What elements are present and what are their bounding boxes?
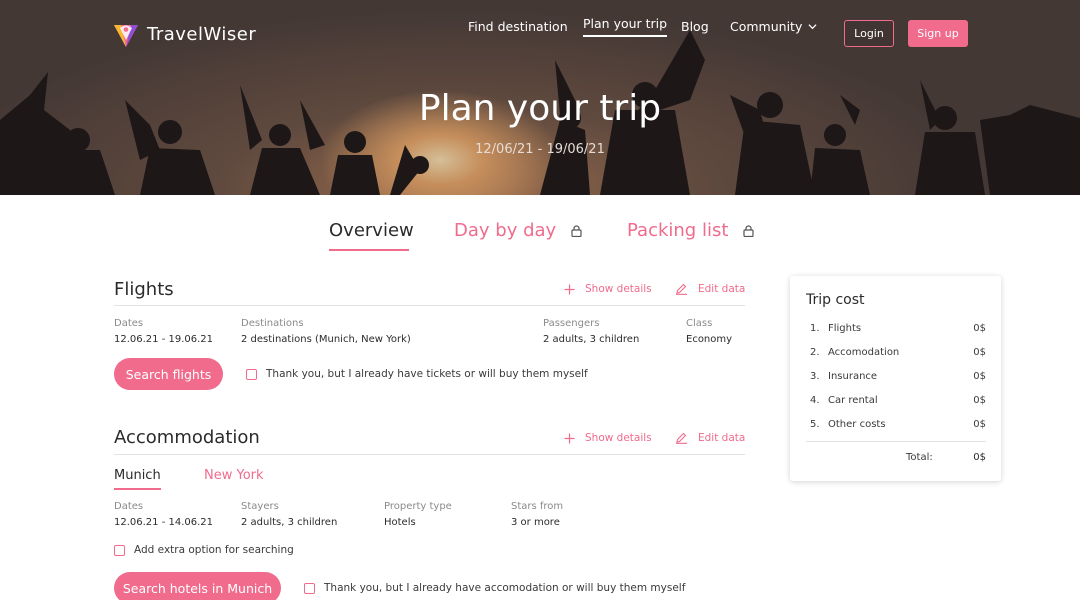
search-hotels-button[interactable]: Search hotels in Munich <box>114 572 281 600</box>
flights-edit-data[interactable]: Edit data <box>675 283 745 295</box>
checkbox-box[interactable] <box>304 582 315 594</box>
accommodation-stars-label: Stars from <box>511 501 564 512</box>
signup-button[interactable]: Sign up <box>908 20 968 47</box>
cost-item-name: Insurance <box>828 371 878 382</box>
flights-show-details[interactable]: Show details <box>564 283 652 295</box>
tab-overview[interactable]: Overview <box>329 220 414 251</box>
login-button[interactable]: Login <box>844 20 894 47</box>
trip-cost-card: Trip cost 1. Flights 0$ 2. Accomodation … <box>790 276 1001 481</box>
tab-packing-list[interactable]: Packing list <box>627 220 754 241</box>
cost-item-number: 1. <box>810 323 820 334</box>
city-tab-new-york[interactable]: New York <box>204 468 264 483</box>
checkbox-box[interactable] <box>114 544 125 556</box>
accommodation-title: Accommodation <box>114 427 260 448</box>
accommodation-property-label: Property type <box>384 501 452 512</box>
accommodation-edit-data-label: Edit data <box>698 432 746 444</box>
cost-item-number: 4. <box>810 395 820 406</box>
tab-day-by-day[interactable]: Day by day <box>454 220 582 241</box>
accommodation-property-value: Hotels <box>384 517 416 528</box>
accommodation-show-details[interactable]: Show details <box>564 432 652 444</box>
tab-overview-label: Overview <box>329 220 414 241</box>
tab-active-underline <box>329 249 409 251</box>
tab-packing-list-label: Packing list <box>627 220 729 241</box>
accommodation-edit-data[interactable]: Edit data <box>675 432 745 444</box>
extra-option-label: Add extra option for searching <box>134 544 294 556</box>
flights-destinations-label: Destinations <box>241 318 304 329</box>
nav-plan-your-trip[interactable]: Plan your trip <box>583 16 668 37</box>
lock-icon <box>571 224 582 237</box>
search-flights-button[interactable]: Search flights <box>114 358 223 390</box>
cost-item-name: Accomodation <box>828 347 900 358</box>
flights-have-tickets-checkbox[interactable]: Thank you, but I already have tickets or… <box>246 368 588 380</box>
cost-item-number: 5. <box>810 419 820 430</box>
accommodation-show-details-label: Show details <box>585 432 652 444</box>
city-tab-munich[interactable]: Munich <box>114 468 161 490</box>
logo-icon <box>114 25 138 47</box>
cost-item-amount: 0$ <box>973 371 986 382</box>
cost-item-amount: 0$ <box>973 395 986 406</box>
flights-dates-label: Dates <box>114 318 144 329</box>
edit-icon <box>676 283 687 295</box>
cost-item-amount: 0$ <box>973 419 986 430</box>
nav-find-destination[interactable]: Find destination <box>468 19 568 34</box>
accommodation-dates-label: Dates <box>114 501 144 512</box>
cost-item-name: Car rental <box>828 395 878 406</box>
brand-name: TravelWiser <box>147 23 257 45</box>
hero-banner: TravelWiser Find destination Plan your t… <box>0 0 1080 195</box>
cost-item-number: 3. <box>810 371 820 382</box>
nav-community[interactable]: Community <box>730 19 817 34</box>
flights-title: Flights <box>114 279 174 300</box>
cost-total-amount: 0$ <box>973 452 986 463</box>
tab-day-by-day-label: Day by day <box>454 220 557 241</box>
trip-cost-title: Trip cost <box>806 292 865 308</box>
cost-item-name: Flights <box>828 323 862 334</box>
extra-option-checkbox[interactable]: Add extra option for searching <box>114 544 294 556</box>
accommodation-stayers-label: Stayers <box>241 501 279 512</box>
nav-blog[interactable]: Blog <box>681 19 709 34</box>
accommodation-stayers-value: 2 adults, 3 children <box>241 517 338 528</box>
flights-passengers-value: 2 adults, 3 children <box>543 334 640 345</box>
lock-icon <box>743 224 754 237</box>
flights-show-details-label: Show details <box>585 283 652 295</box>
cost-item-name: Other costs <box>828 419 886 430</box>
brand-logo[interactable]: TravelWiser <box>112 20 256 48</box>
plus-icon <box>564 433 575 443</box>
cost-item-amount: 0$ <box>973 347 986 358</box>
cost-total-label: Total: <box>906 452 933 463</box>
checkbox-box[interactable] <box>246 368 257 380</box>
flights-dates-value: 12.06.21 - 19.06.21 <box>114 334 214 345</box>
accommodation-dates-value: 12.06.21 - 14.06.21 <box>114 517 214 528</box>
flights-class-value: Economy <box>686 334 733 345</box>
accommodation-divider <box>114 454 745 455</box>
trip-dates: 12/06/21 - 19/06/21 <box>475 142 605 157</box>
flights-destinations-value: 2 destinations (Munich, New York) <box>241 334 411 345</box>
page-title: Plan your trip <box>418 88 662 129</box>
edit-icon <box>676 432 687 444</box>
flights-class-label: Class <box>686 318 713 329</box>
accommodation-have-booking-checkbox[interactable]: Thank you, but I already have accomodati… <box>304 582 685 594</box>
plus-icon <box>564 284 575 294</box>
cost-item-number: 2. <box>810 347 820 358</box>
nav-community-label: Community <box>730 18 803 34</box>
accommodation-stars-value: 3 or more <box>511 517 560 528</box>
flights-have-tickets-label: Thank you, but I already have tickets or… <box>266 368 588 380</box>
chevron-down-icon <box>808 23 817 29</box>
flights-divider <box>114 305 745 306</box>
cost-item-amount: 0$ <box>973 323 986 334</box>
accommodation-have-booking-label: Thank you, but I already have accomodati… <box>324 582 686 594</box>
flights-passengers-label: Passengers <box>543 318 600 329</box>
cost-divider <box>806 441 986 442</box>
flights-edit-data-label: Edit data <box>698 283 746 295</box>
